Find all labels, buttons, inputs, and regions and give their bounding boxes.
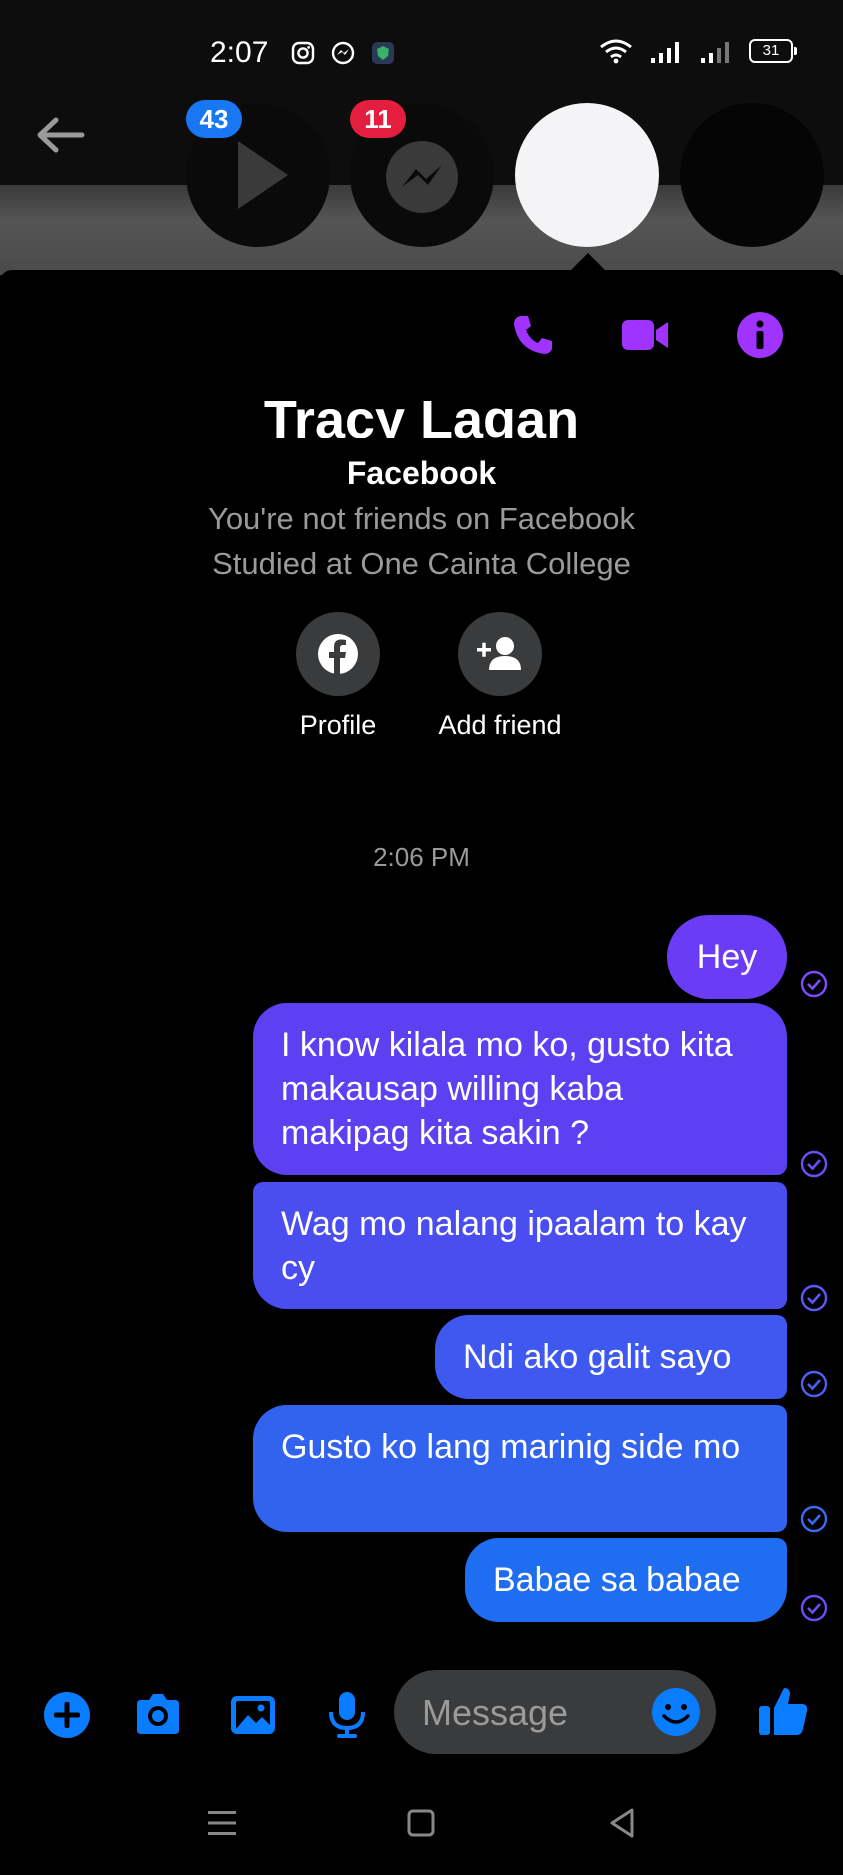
contact-education: Studied at One Cainta College <box>212 546 631 581</box>
like-thumb-icon[interactable] <box>756 1684 810 1738</box>
seen-check-icon <box>800 970 828 998</box>
seen-check-icon <box>800 1594 828 1622</box>
phone-icon[interactable] <box>508 310 558 360</box>
plus-icon[interactable] <box>42 1690 92 1740</box>
message-bubble[interactable]: Ndi ako galit sayo <box>435 1315 787 1399</box>
message-input-placeholder: Message <box>422 1692 569 1733</box>
chat-head-other[interactable] <box>680 103 824 247</box>
wifi-icon <box>600 39 632 64</box>
messenger-status-icon <box>331 41 355 65</box>
add-friend-button[interactable] <box>458 612 542 696</box>
facebook-icon <box>318 634 358 674</box>
chat-head-badge-1: 43 <box>186 100 242 138</box>
microphone-icon[interactable] <box>322 1690 372 1740</box>
message-bubble[interactable]: I know kilala mo ko, gusto kita makausap… <box>253 1003 787 1175</box>
battery-indicator: 31 <box>749 39 797 63</box>
status-bar: 2:07 31 <box>0 0 843 100</box>
seen-check-icon <box>800 1150 828 1178</box>
instagram-icon <box>291 41 315 65</box>
message-bubble[interactable]: Babae sa babae <box>465 1538 787 1622</box>
seen-check-icon <box>800 1370 828 1398</box>
back-nav-icon[interactable] <box>604 1805 640 1841</box>
contact-name: Tracy Lagan <box>263 390 580 438</box>
gallery-icon[interactable] <box>228 1690 278 1740</box>
chat-head-badge-2: 11 <box>350 100 406 138</box>
seen-check-icon <box>800 1284 828 1312</box>
camera-icon[interactable] <box>133 1690 183 1740</box>
add-friend-label: Add friend <box>438 710 562 740</box>
contact-platform: Facebook <box>346 455 497 491</box>
message-bubble[interactable]: Hey <box>667 915 787 999</box>
profile-button[interactable] <box>296 612 380 696</box>
emoji-icon[interactable] <box>650 1686 702 1738</box>
seen-check-icon <box>800 1505 828 1533</box>
chat-head-active[interactable] <box>515 103 659 247</box>
menu-nav-icon[interactable] <box>204 1805 240 1841</box>
signal-2-icon <box>701 42 729 63</box>
add-friend-icon <box>477 637 521 670</box>
message-bubble[interactable]: Wag mo nalang ipaalam to kay cy <box>253 1182 787 1309</box>
info-icon[interactable] <box>735 310 785 360</box>
status-right: 31 <box>599 38 797 64</box>
signal-icon <box>651 42 679 63</box>
home-nav-icon[interactable] <box>403 1805 439 1841</box>
message-input[interactable]: Message <box>394 1670 716 1754</box>
status-time: 2:07 <box>210 36 269 69</box>
message-bubble[interactable]: Gusto ko lang marinig side mo <box>253 1405 787 1532</box>
back-arrow-icon[interactable] <box>30 110 90 160</box>
shield-app-icon <box>372 42 394 64</box>
contact-relation: You're not friends on Facebook <box>207 501 635 536</box>
message-timestamp: 2:06 PM <box>373 842 470 872</box>
video-call-icon[interactable] <box>620 310 670 360</box>
